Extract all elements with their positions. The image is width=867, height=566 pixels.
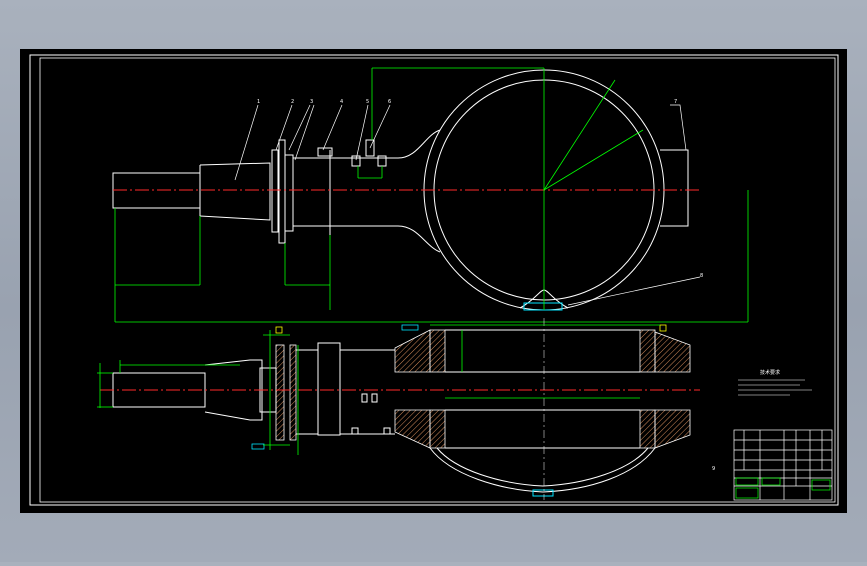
balloon-8: 8 xyxy=(700,273,703,279)
balloon-2: 2 xyxy=(291,99,294,105)
balloon-4: 4 xyxy=(340,99,343,105)
balloon-1: 1 xyxy=(257,99,260,105)
balloon-9: 9 xyxy=(712,466,715,472)
drawing-canvas: 1 2 3 4 5 6 7 8 9 技术要求 xyxy=(20,49,847,513)
notes-heading: 技术要求 xyxy=(760,369,780,376)
balloon-5: 5 xyxy=(366,99,369,105)
balloon-6: 6 xyxy=(388,99,391,105)
balloon-3: 3 xyxy=(310,99,313,105)
cad-viewport[interactable]: 1 2 3 4 5 6 7 8 9 技术要求 xyxy=(0,0,867,562)
balloon-7: 7 xyxy=(674,99,677,105)
